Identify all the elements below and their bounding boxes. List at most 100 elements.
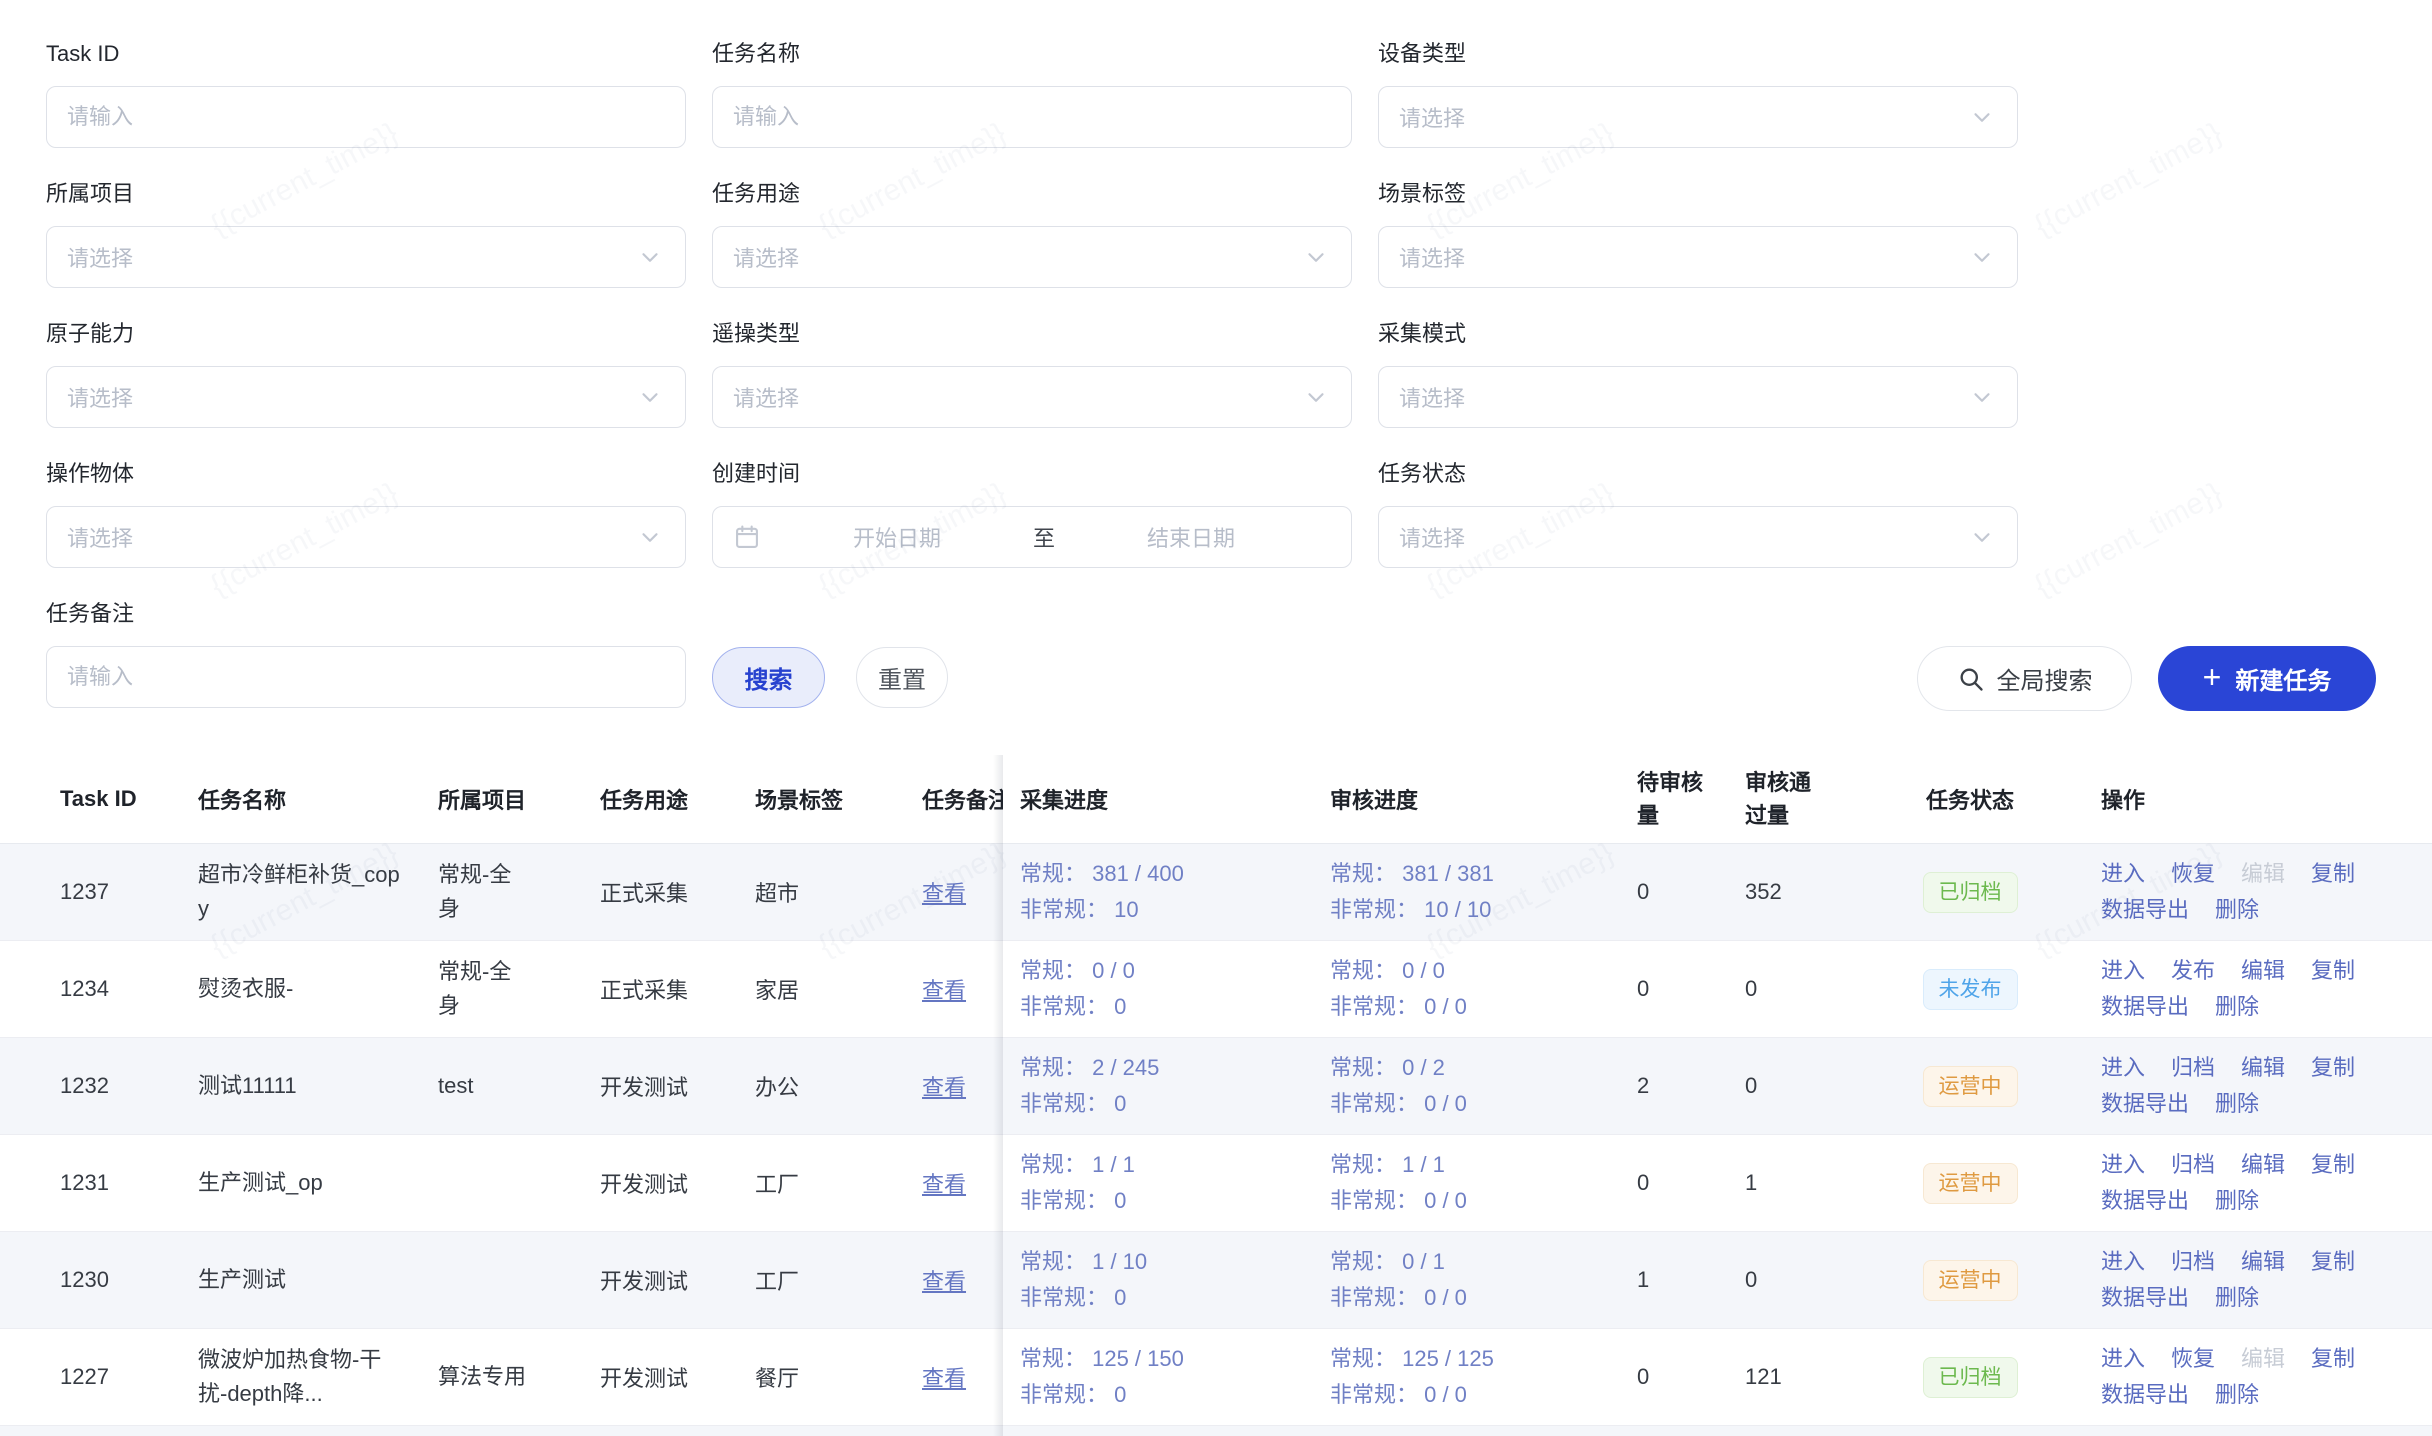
project-select[interactable]: 请选择 [46,226,686,288]
view-remark-link[interactable]: 查看 [922,1167,966,1199]
view-remark-link[interactable]: 查看 [922,1070,966,1102]
device-type-select[interactable]: 请选择 [1378,86,2018,148]
task-id-input[interactable] [47,88,685,146]
table-action-link[interactable]: 删除 [2215,1086,2259,1122]
teleop-type-select[interactable]: 请选择 [712,366,1352,428]
table-action-link[interactable]: 编辑 [2241,1244,2285,1280]
table-action-link[interactable]: 复制 [2311,953,2355,989]
scene-tag-select[interactable]: 请选择 [1378,226,2018,288]
actions-line1: 进入归档编辑复制 [2101,1050,2355,1086]
table-row: 1232 测试11111 test 开发测试 办公 查看 常规： 2 / 245… [0,1038,2432,1135]
select-placeholder: 请选择 [67,521,133,553]
view-remark-link[interactable]: 查看 [922,876,966,908]
cell-task-id: 1231 [0,1135,198,1231]
table-action-link[interactable]: 进入 [2101,1050,2145,1086]
filter-label: 操作物体 [46,460,686,488]
table-action-link[interactable]: 归档 [2171,1050,2215,1086]
table-action-link[interactable]: 进入 [2101,856,2145,892]
header-review-progress: 审核进度 [1313,755,1623,843]
table-action-link[interactable]: 编辑 [2241,1050,2285,1086]
chevron-down-icon [1969,524,1995,550]
atomic-capability-select[interactable]: 请选择 [46,366,686,428]
table-action-link[interactable]: 数据导出 [2101,989,2189,1025]
end-date-placeholder: 结束日期 [1061,521,1321,553]
table-action-link[interactable]: 删除 [2215,892,2259,928]
table-action-link[interactable]: 删除 [2215,989,2259,1025]
chevron-down-icon [1969,104,1995,130]
filter-field-device-type: 设备类型 请选择 [1378,40,2018,148]
table-action-link[interactable]: 复制 [2311,1050,2355,1086]
operation-object-select[interactable]: 请选择 [46,506,686,568]
table-action-link[interactable]: 复制 [2311,856,2355,892]
cell-scene: 工厂 [755,1232,914,1328]
view-remark-link[interactable]: 查看 [922,1264,966,1296]
task-name-input[interactable] [713,88,1351,146]
cell-task-id: 1234 [0,941,198,1037]
table-action-link[interactable]: 恢复 [2171,856,2215,892]
task-purpose-select[interactable]: 请选择 [712,226,1352,288]
table-row: 1231 生产测试_op 开发测试 工厂 查看 常规： 1 / 1非常规： 0 … [0,1135,2432,1232]
cell-scene: 超市 [755,844,914,940]
filter-field-create-time: 创建时间 开始日期 至 结束日期 [712,460,1352,568]
cell-actions: 进入发布编辑复制 数据导出删除 [2060,941,2432,1037]
table-action-link[interactable]: 进入 [2101,1341,2145,1377]
cell-approved-count: 0 [1727,1038,1880,1134]
chevron-down-icon [637,244,663,270]
view-remark-link[interactable]: 查看 [922,973,966,1005]
view-remark-link[interactable]: 查看 [922,1361,966,1393]
cell-review-progress: 常规： 381 / 381非常规： 10 / 10 [1313,844,1623,940]
table-action-link[interactable]: 进入 [2101,1147,2145,1183]
cell-project [438,1135,595,1231]
table-action-link[interactable]: 复制 [2311,1341,2355,1377]
table-action-link[interactable]: 进入 [2101,953,2145,989]
table-action-link[interactable]: 数据导出 [2101,1086,2189,1122]
actions-line1: 进入恢复编辑复制 [2101,1341,2355,1377]
cell-status: 已归档 [1880,844,2060,940]
cell-actions: 进入恢复编辑复制 数据导出删除 [2060,844,2432,940]
search-button[interactable]: 搜索 [712,647,825,708]
task-table: Task ID 任务名称 所属项目 任务用途 场景标签 任务备注 采集进度 审核… [0,755,2432,1436]
table-action-link[interactable]: 编辑 [2241,1147,2285,1183]
task-remark-input[interactable] [47,648,685,706]
header-remark: 任务备注 [914,755,1003,843]
filter-field-task-purpose: 任务用途 请选择 [712,180,1352,288]
cell-collect-progress: 常规： 2 / 245非常规： 0 [1003,1038,1313,1134]
table-action-link[interactable]: 归档 [2171,1147,2215,1183]
cell-project: test [438,1038,595,1134]
table-action-link[interactable]: 数据导出 [2101,1280,2189,1316]
table-action-link[interactable]: 复制 [2311,1244,2355,1280]
status-tag: 已归档 [1923,1357,2018,1398]
filter-label: 设备类型 [1378,40,2018,68]
table-action-link[interactable]: 数据导出 [2101,1377,2189,1413]
table-action-link: 编辑 [2241,856,2285,892]
select-placeholder: 请选择 [733,241,799,273]
table-action-link[interactable]: 发布 [2171,953,2215,989]
task-status-select[interactable]: 请选择 [1378,506,2018,568]
header-task-name: 任务名称 [198,755,438,843]
table-action-link[interactable]: 数据导出 [2101,1183,2189,1219]
create-time-range-picker[interactable]: 开始日期 至 结束日期 [712,506,1352,568]
table-action-link[interactable]: 编辑 [2241,953,2285,989]
filter-label: 场景标签 [1378,180,2018,208]
table-row: 1230 生产测试 开发测试 工厂 查看 常规： 1 / 10非常规： 0 常规… [0,1232,2432,1329]
table-action-link[interactable]: 数据导出 [2101,892,2189,928]
cell-status: 运营中 [1880,1232,2060,1328]
filter-field-task-id: Task ID [46,40,686,148]
cell-remark: 查看 [914,1135,1003,1231]
table-action-link[interactable]: 进入 [2101,1244,2145,1280]
table-action-link[interactable]: 删除 [2215,1377,2259,1413]
cell-remark: 查看 [914,844,1003,940]
table-action-link[interactable]: 复制 [2311,1147,2355,1183]
reset-button[interactable]: 重置 [856,647,948,708]
filter-label: 任务名称 [712,40,1352,68]
cell-remark: 查看 [914,941,1003,1037]
cell-purpose: 正式采集 [595,844,755,940]
table-action-link[interactable]: 删除 [2215,1280,2259,1316]
table-row: 1227 微波炉加热食物-干扰-depth降... 算法专用 开发测试 餐厅 查… [0,1329,2432,1426]
table-action-link[interactable]: 归档 [2171,1244,2215,1280]
new-task-button[interactable]: + 新建任务 [2158,646,2376,711]
collection-mode-select[interactable]: 请选择 [1378,366,2018,428]
table-action-link[interactable]: 删除 [2215,1183,2259,1219]
table-action-link[interactable]: 恢复 [2171,1341,2215,1377]
global-search-button[interactable]: 全局搜索 [1917,646,2132,711]
